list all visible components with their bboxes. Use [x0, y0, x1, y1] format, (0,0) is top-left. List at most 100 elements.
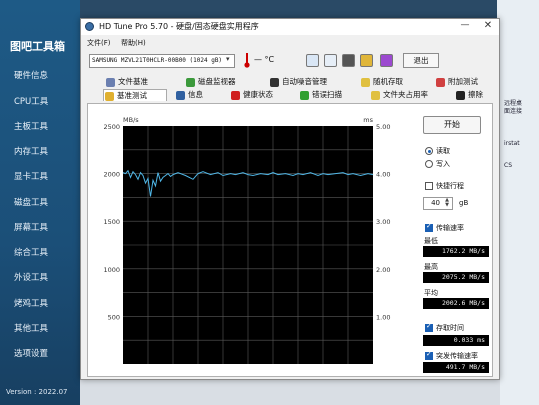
short-stroke-label: 快捷行程: [436, 182, 464, 190]
menu-help[interactable]: 帮助(H): [121, 38, 146, 48]
burst-rate-label: 突发传输速率: [436, 352, 478, 360]
read-radio[interactable]: [425, 147, 433, 155]
info-icon: [176, 91, 185, 100]
max-label: 最高: [424, 263, 438, 271]
menu-bar: 文件(F) 帮助(H): [81, 36, 499, 48]
y-left-unit: MB/s: [123, 116, 139, 124]
y-right-tick-label: 3.00: [376, 218, 390, 226]
health-icon: [231, 91, 240, 100]
avg-label: 平均: [424, 289, 438, 297]
copy-alt-icon[interactable]: [324, 54, 337, 67]
random-access-icon: [361, 78, 370, 87]
y-right-tick-label: 1.00: [376, 313, 390, 321]
close-button[interactable]: ✕: [481, 20, 495, 32]
exit-button[interactable]: 退出: [403, 53, 439, 68]
sidebar-item-peripheral-tools[interactable]: 外设工具: [14, 271, 48, 283]
minimize-button[interactable]: —: [459, 20, 471, 32]
y-left-ticks: 2500 2000 1500 1000 500: [103, 123, 120, 321]
folder-icon: [371, 91, 380, 100]
menu-file[interactable]: 文件(F): [87, 38, 111, 48]
tab-file-benchmark[interactable]: 文件基准: [105, 76, 148, 88]
chevron-down-icon[interactable]: ▾: [226, 55, 230, 63]
camera-icon[interactable]: [342, 54, 355, 67]
read-label: 读取: [436, 147, 450, 155]
download-icon[interactable]: [380, 54, 393, 67]
drive-select[interactable]: SAMSUNG MZVL21T0HCLR-00B00 (1024 gB): [89, 54, 235, 68]
thermometer-icon: [244, 53, 250, 68]
y-right-tick-label: 4.00: [376, 171, 390, 179]
erase-icon: [456, 91, 465, 100]
y-left-tick-label: 500: [108, 313, 120, 321]
write-radio[interactable]: [425, 160, 433, 168]
sidebar-item-disk-tools[interactable]: 磁盘工具: [14, 196, 48, 208]
start-button[interactable]: 开始: [423, 116, 481, 134]
access-time-value: 0.033 ms: [423, 335, 489, 346]
tab-info[interactable]: 信息: [175, 89, 203, 101]
extra-tests-icon: [436, 78, 445, 87]
temperature-readout: — °C: [254, 55, 275, 64]
file-benchmark-icon: [106, 78, 115, 87]
access-time-label: 存取时间: [436, 324, 464, 332]
copy-icon[interactable]: [306, 54, 319, 67]
write-label: 写入: [436, 160, 450, 168]
tab-aam[interactable]: 自动噪音管理: [269, 76, 327, 88]
sidebar-item-stress-tools[interactable]: 烤鸡工具: [14, 297, 48, 309]
stepper-arrows-icon[interactable]: ▲ ▼: [442, 198, 452, 209]
background-app-title: 图吧工具箱: [10, 40, 65, 53]
y-right-unit: ms: [363, 116, 373, 124]
sidebar-item-gpu-tools[interactable]: 显卡工具: [14, 170, 48, 182]
sidebar-item-cpu-tools[interactable]: CPU工具: [14, 95, 48, 107]
transfer-rate-label: 传输速率: [436, 224, 464, 232]
min-label: 最低: [424, 237, 438, 245]
background-right-area: [497, 0, 539, 405]
avg-value: 2002.6 MB/s: [423, 298, 489, 309]
background-sidebar: 图吧工具箱 硬件信息 CPU工具 主板工具 内存工具 显卡工具 磁盘工具 屏幕工…: [0, 0, 80, 405]
wrench-icon[interactable]: [360, 54, 373, 67]
y-left-tick-label: 1500: [103, 218, 120, 226]
sidebar-item-general-tools[interactable]: 综合工具: [14, 246, 48, 258]
background-text: irstat: [504, 140, 520, 147]
burst-rate-checkbox[interactable]: [425, 350, 433, 360]
y-left-tick-label: 2500: [103, 123, 120, 131]
window-title: HD Tune Pro 5.70 - 硬盘/固态硬盘实用程序: [99, 22, 259, 31]
sidebar-item-screen-tools[interactable]: 屏幕工具: [14, 221, 48, 233]
toolbar: SAMSUNG MZVL21T0HCLR-00B00 (1024 gB) ▾ —…: [81, 50, 499, 72]
y-right-ticks: 5.00 4.00 3.00 2.00 1.00: [376, 123, 390, 321]
version-label: Version : 2022.07: [6, 388, 68, 396]
access-time-checkbox[interactable]: [425, 322, 433, 332]
y-right-tick-label: 2.00: [376, 266, 390, 274]
background-text: CS: [504, 162, 512, 169]
speaker-icon: [270, 78, 279, 87]
transfer-rate-checkbox[interactable]: [425, 222, 433, 232]
sidebar-item-board-tools[interactable]: 主板工具: [14, 120, 48, 132]
tab-random-access[interactable]: 随机存取: [360, 76, 403, 88]
sidebar-item-settings[interactable]: 选项设置: [14, 347, 48, 359]
max-value: 2075.2 MB/s: [423, 272, 489, 283]
sidebar-item-other-tools[interactable]: 其他工具: [14, 322, 48, 334]
sidebar-item-hardware-info[interactable]: 硬件信息: [14, 69, 48, 81]
benchmark-icon: [105, 92, 114, 101]
background-bottom-strip: [80, 378, 500, 405]
y-left-tick-label: 2000: [103, 171, 120, 179]
tab-error-scan[interactable]: 错误扫描: [299, 89, 342, 101]
tab-disk-monitor[interactable]: 磁盘监视器: [185, 76, 236, 88]
y-right-tick-label: 5.00: [376, 123, 390, 131]
tab-folder-usage[interactable]: 文件夹占用率: [370, 89, 428, 101]
tab-health[interactable]: 健康状态: [230, 89, 273, 101]
background-text: 面连接: [504, 108, 523, 115]
hdtune-window: HD Tune Pro 5.70 - 硬盘/固态硬盘实用程序 — ✕ 文件(F)…: [80, 18, 500, 380]
short-stroke-checkbox[interactable]: [425, 182, 433, 190]
disk-monitor-icon: [186, 78, 195, 87]
tab-erase[interactable]: 擦除: [455, 89, 483, 101]
tab-benchmark[interactable]: 基准测试: [103, 89, 167, 101]
title-bar[interactable]: HD Tune Pro 5.70 - 硬盘/固态硬盘实用程序 — ✕: [81, 19, 499, 35]
tab-extra-tests[interactable]: 附加测试: [435, 76, 478, 88]
benchmark-chart: 2500 2000 1500 1000 500 5.00 4.00 3.00 2.00 1.00…: [103, 116, 390, 364]
burst-rate-value: 491.7 MB/s: [423, 362, 489, 373]
min-value: 1762.2 MB/s: [423, 246, 489, 257]
y-left-tick-label: 1000: [103, 266, 120, 274]
short-stroke-unit: gB: [459, 199, 469, 207]
sidebar-item-memory-tools[interactable]: 内存工具: [14, 145, 48, 157]
error-scan-icon: [300, 91, 309, 100]
app-icon: [85, 22, 94, 31]
